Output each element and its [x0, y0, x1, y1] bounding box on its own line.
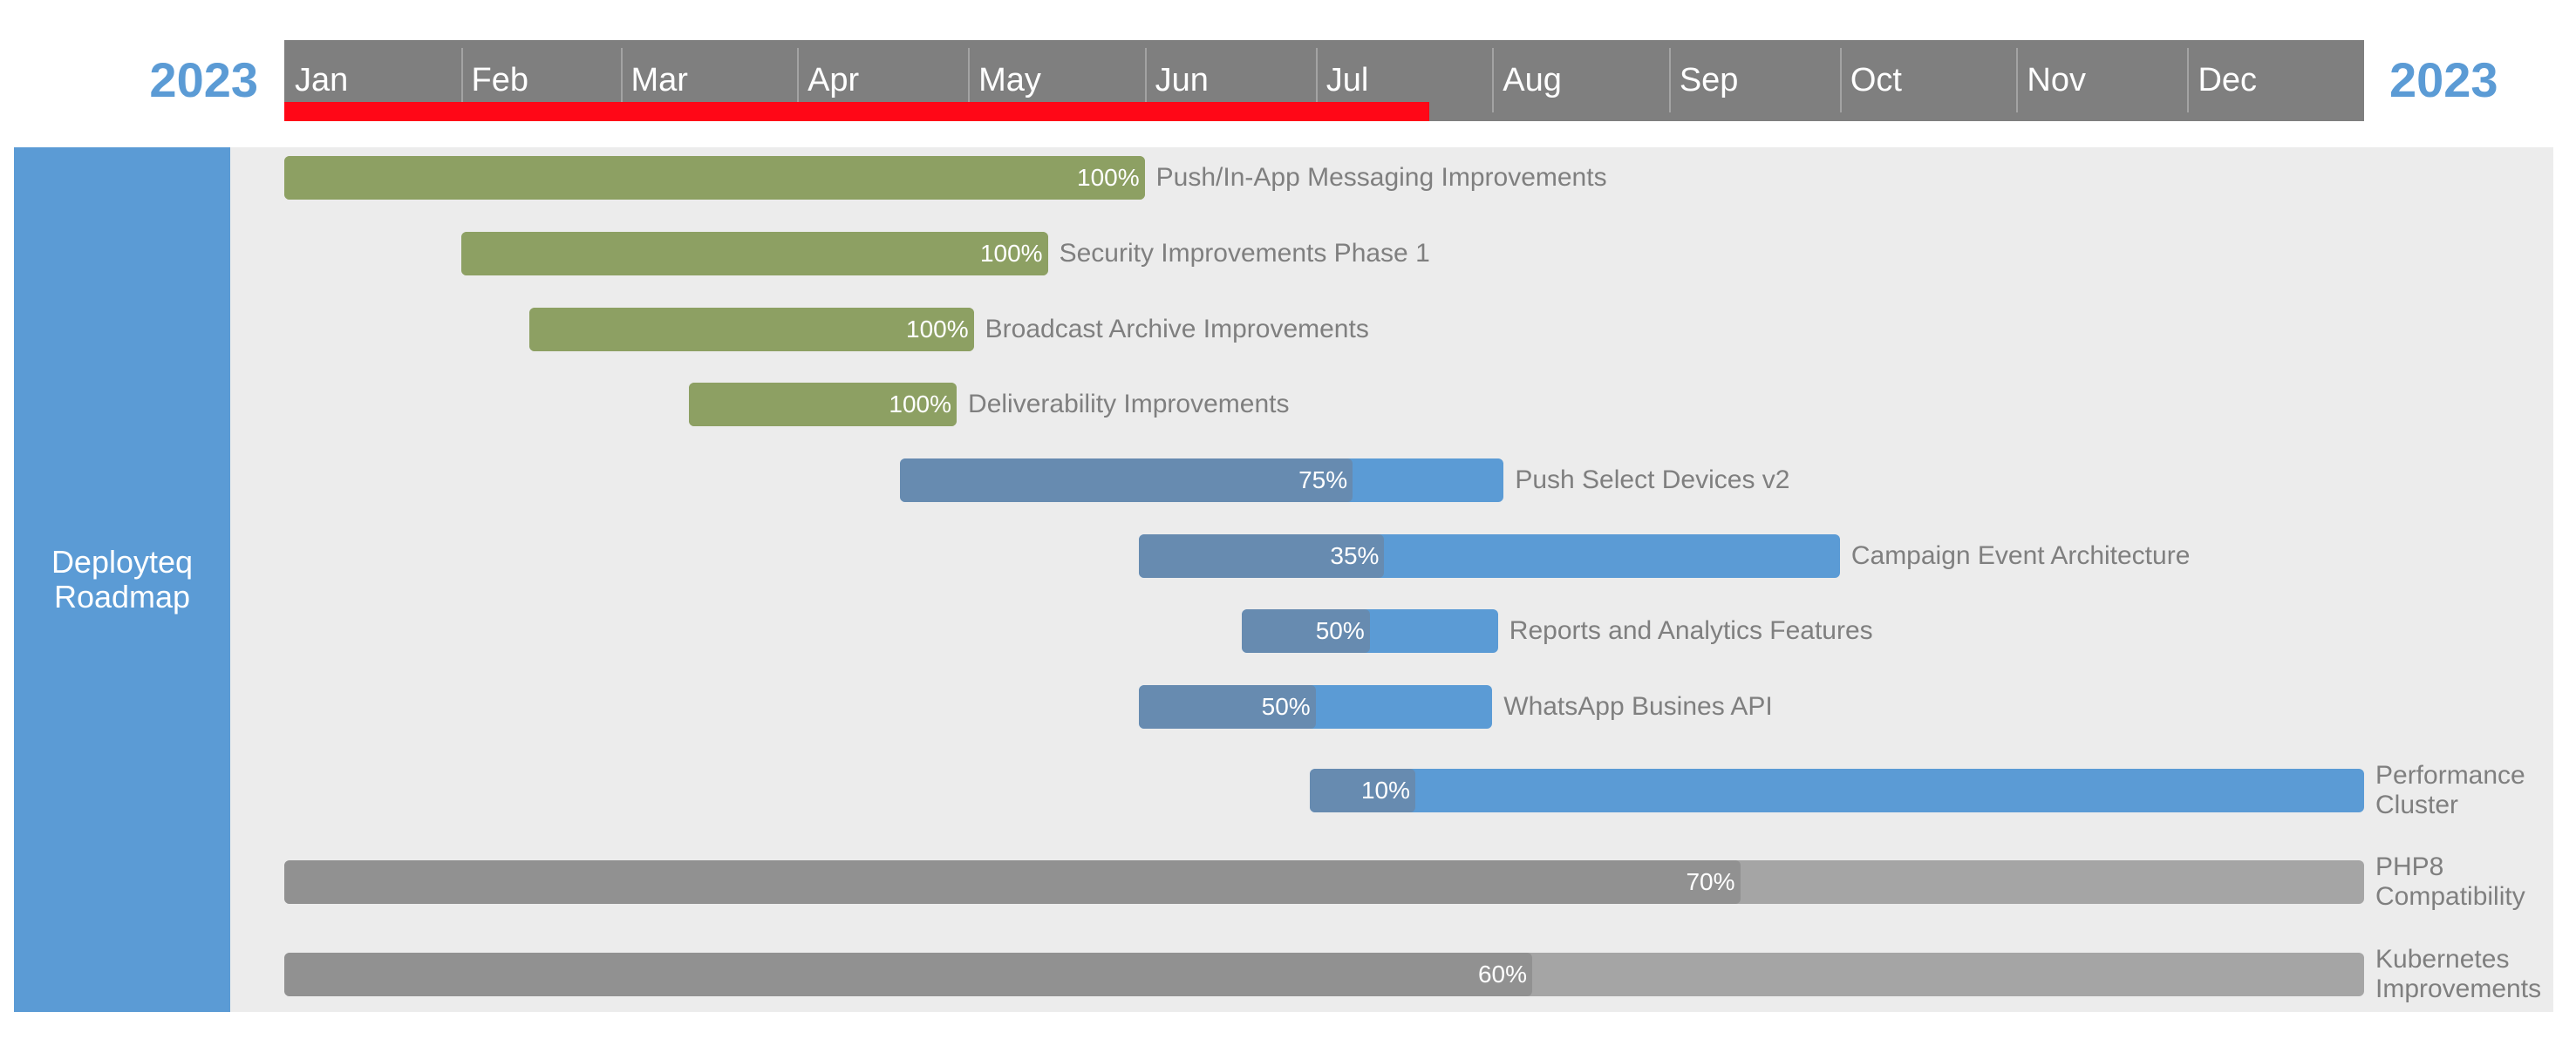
task-label-line: Reports and Analytics Features: [1509, 616, 1873, 645]
month-label: Sep: [1679, 62, 1739, 98]
task-bar[interactable]: 60%: [284, 953, 2364, 996]
task-bar[interactable]: 50%: [1241, 609, 1498, 653]
year-label-left: 2023: [149, 52, 258, 107]
task-progress-label: 100%: [889, 390, 952, 418]
task-label: Performance Cluster: [2375, 761, 2525, 820]
task-label-line: Security Improvements Phase 1: [1059, 239, 1430, 268]
month-label: Oct: [1850, 62, 1902, 98]
month-label: Mar: [630, 62, 688, 98]
task-bar[interactable]: 100%: [284, 156, 1145, 200]
task-bar[interactable]: 35%: [1139, 534, 1840, 578]
task-label-line: PHP8: [2375, 852, 2444, 881]
task-bar[interactable]: 100%: [688, 383, 957, 426]
today-progress-marker: [284, 102, 1430, 121]
task-label-line: Kubernetes: [2375, 945, 2510, 974]
swimlane-header: Deployteq Roadmap: [14, 147, 230, 1012]
task-label: Push Select Devices v2: [1515, 465, 1789, 495]
task-label-line: Performance: [2375, 761, 2525, 790]
task-progress-label: 50%: [1315, 617, 1365, 644]
month-dec: Dec: [2187, 40, 2364, 121]
task-label: Reports and Analytics Features: [1509, 616, 1873, 646]
month-divider: [1492, 48, 1495, 112]
task-label: PHP8 Compatibility: [2375, 852, 2525, 912]
task-label-line: Broadcast Archive Improvements: [985, 315, 1369, 343]
task-progress-label: 100%: [906, 316, 969, 343]
year-label-right: 2023: [2389, 52, 2498, 107]
task-bar[interactable]: 75%: [899, 458, 1504, 502]
task-label-line: Cluster: [2375, 791, 2459, 819]
task-bar[interactable]: 100%: [528, 308, 974, 351]
task-bar[interactable]: 10%: [1310, 769, 2364, 812]
task-progress-label: 100%: [1077, 164, 1140, 191]
task-label-line: WhatsApp Busines API: [1503, 692, 1773, 721]
task-label: Broadcast Archive Improvements: [985, 315, 1369, 344]
month-divider: [1668, 48, 1671, 112]
month-label: Dec: [2198, 62, 2258, 98]
month-label: Nov: [2027, 62, 2086, 98]
task-label: Campaign Event Architecture: [1851, 541, 2191, 571]
task-progress-label: 100%: [979, 240, 1043, 267]
month-label: Feb: [471, 62, 529, 98]
task-bar[interactable]: 70%: [284, 860, 2364, 904]
month-label: Jun: [1155, 62, 1209, 98]
task-progress-label: 75%: [1298, 466, 1348, 493]
month-divider: [2187, 48, 2190, 112]
task-bar[interactable]: 50%: [1139, 685, 1493, 729]
task-progress-label: 35%: [1330, 542, 1380, 569]
swimlane-rows: 100% Push/In-App Messaging Improvements 10…: [230, 147, 2553, 1012]
task-label-line: Improvements: [2375, 974, 2542, 1003]
month-aug: Aug: [1492, 40, 1669, 121]
swimlane-title: Deployteq Roadmap: [51, 544, 194, 615]
task-label-line: Push/In-App Messaging Improvements: [1155, 163, 1607, 192]
task-label-line: Deliverability Improvements: [968, 390, 1290, 418]
month-divider: [1839, 48, 1842, 112]
month-divider: [2016, 48, 2019, 112]
month-nov: Nov: [2016, 40, 2187, 121]
month-oct: Oct: [1839, 40, 2017, 121]
month-sep: Sep: [1668, 40, 1840, 121]
task-progress-label: 60%: [1477, 961, 1527, 988]
task-progress-label: 70%: [1686, 868, 1735, 895]
task-label: WhatsApp Busines API: [1503, 692, 1773, 722]
task-label-line: Compatibility: [2375, 882, 2525, 911]
task-bar[interactable]: 100%: [460, 232, 1048, 275]
task-label: Push/In-App Messaging Improvements: [1156, 163, 1607, 193]
task-label: Deliverability Improvements: [968, 390, 1289, 419]
timescale: Dec Nov Oct Sep Aug Jul Jun May Apr Mar Feb Jan: [284, 40, 2364, 121]
task-progress-label: 10%: [1360, 777, 1411, 804]
task-label-line: Push Select Devices v2: [1515, 465, 1790, 494]
month-label: Aug: [1503, 62, 1562, 98]
task-label: Security Improvements Phase 1: [1060, 239, 1430, 268]
month-label: Apr: [808, 62, 860, 98]
task-label: Kubernetes Improvements: [2375, 945, 2541, 1004]
month-label: Jan: [295, 62, 349, 98]
month-label: May: [978, 62, 1041, 98]
task-progress-label: 50%: [1261, 693, 1311, 720]
task-label-line: Campaign Event Architecture: [1850, 541, 2191, 570]
month-label: Jul: [1325, 62, 1369, 98]
